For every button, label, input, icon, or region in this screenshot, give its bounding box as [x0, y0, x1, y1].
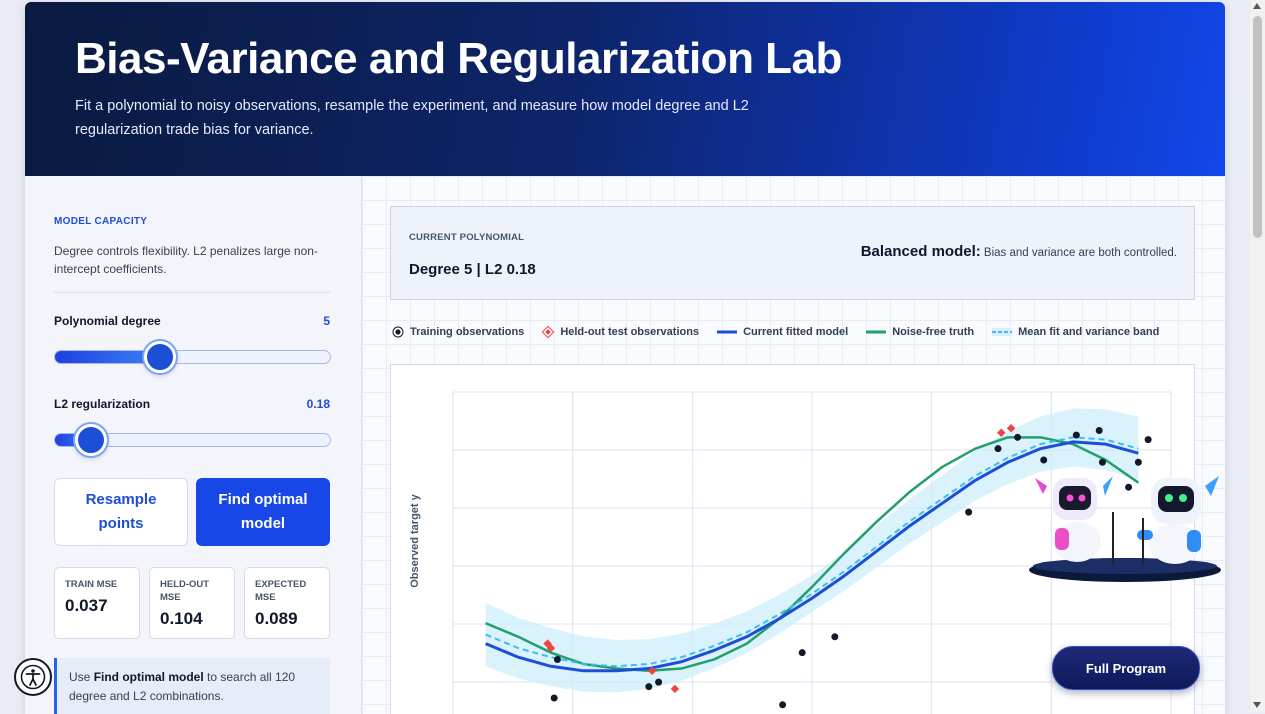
- degree-slider-label: Polynomial degree: [54, 314, 161, 328]
- app-window: Bias-Variance and Regularization Lab Fit…: [25, 2, 1225, 714]
- heldout-mse-card: HELD-OUT MSE 0.104: [149, 567, 235, 639]
- training-point: [1095, 427, 1103, 435]
- legend-item-test[interactable]: Held-out test observations: [542, 326, 699, 338]
- hint-bold: Find optimal model: [93, 670, 204, 684]
- expected-mse-label: EXPECTED MSE: [255, 579, 307, 603]
- resample-button[interactable]: Resample points: [54, 478, 188, 546]
- legend-item-truth[interactable]: Noise-free truth: [866, 326, 974, 338]
- training-point: [645, 683, 653, 691]
- robot-mascots-illustration: [1029, 476, 1221, 582]
- section-title: MODEL CAPACITY: [54, 216, 148, 227]
- training-point: [1072, 431, 1080, 439]
- status-label: CURRENT POLYNOMIAL: [409, 232, 525, 243]
- training-point: [553, 655, 561, 663]
- test-point: [670, 684, 680, 694]
- page-subtitle: Fit a polynomial to noisy observations, …: [75, 98, 749, 138]
- scrollbar-thumb[interactable]: [1253, 16, 1262, 238]
- vertical-scrollbar[interactable]: [1250, 0, 1265, 712]
- legend-label: Held-out test observations: [560, 326, 700, 338]
- verdict-title: Balanced model:: [860, 243, 981, 260]
- status-verdict: Balanced model: Bias and variance are bo…: [861, 243, 1177, 260]
- degree-slider-thumb[interactable]: [143, 341, 176, 373]
- training-point: [831, 633, 839, 641]
- hint-prefix: Use: [69, 670, 94, 684]
- fit-line-icon: [717, 330, 738, 334]
- training-point: [965, 508, 973, 516]
- verdict-text: Bias and variance are both controlled.: [980, 247, 1177, 259]
- full-program-button[interactable]: Full Program: [1052, 646, 1200, 690]
- legend-label: Mean fit and variance band: [1018, 326, 1160, 338]
- scroll-up-icon[interactable]: [1253, 3, 1261, 9]
- section-description: Degree controls flexibility. L2 penalize…: [54, 244, 318, 276]
- mean-dashed-icon: [992, 328, 1013, 336]
- training-point: [798, 649, 806, 657]
- accessibility-button[interactable]: [14, 658, 52, 696]
- heldout-mse-label: HELD-OUT MSE: [160, 579, 210, 603]
- expected-mse-value: 0.089: [255, 609, 298, 628]
- training-point: [1144, 436, 1152, 444]
- training-point: [655, 678, 663, 686]
- l2-slider-value: 0.18: [306, 397, 330, 411]
- truth-line-icon: [866, 330, 887, 334]
- main-panel: CURRENT POLYNOMIAL Degree 5 | L2 0.18 Ba…: [362, 176, 1225, 714]
- page-title: Bias-Variance and Regularization Lab: [75, 34, 842, 83]
- status-card: CURRENT POLYNOMIAL Degree 5 | L2 0.18 Ba…: [390, 206, 1195, 300]
- training-point: [1014, 433, 1022, 441]
- train-mse-label: TRAIN MSE: [65, 579, 118, 590]
- hint-callout: Use Find optimal model to search all 120…: [54, 658, 330, 714]
- expected-mse-card: EXPECTED MSE 0.089: [244, 567, 330, 639]
- chart-legend: Training observations Held-out test obse…: [392, 324, 1177, 340]
- legend-item-training[interactable]: Training observations: [392, 326, 524, 338]
- l2-slider[interactable]: [54, 424, 331, 456]
- status-value: Degree 5 | L2 0.18: [409, 261, 536, 278]
- divider: [54, 292, 330, 293]
- training-point: [994, 445, 1002, 453]
- l2-slider-label: L2 regularization: [54, 397, 151, 411]
- legend-label: Training observations: [410, 326, 525, 338]
- page-header: Bias-Variance and Regularization Lab Fit…: [25, 2, 1225, 176]
- legend-item-fit[interactable]: Current fitted model: [717, 326, 848, 338]
- heldout-mse-value: 0.104: [160, 609, 203, 628]
- train-mse-card: TRAIN MSE 0.037: [54, 567, 140, 639]
- training-dot-icon: [392, 326, 404, 338]
- accessibility-icon: [20, 664, 46, 690]
- test-diamond-icon: [542, 326, 555, 338]
- degree-slider-value: 5: [323, 314, 330, 328]
- degree-slider[interactable]: [54, 341, 331, 373]
- legend-item-mean[interactable]: Mean fit and variance band: [992, 326, 1159, 338]
- controls-sidebar: MODEL CAPACITY Degree controls flexibili…: [25, 176, 362, 714]
- train-mse-value: 0.037: [65, 596, 108, 615]
- l2-slider-thumb[interactable]: [74, 424, 107, 456]
- training-point: [550, 694, 558, 702]
- scroll-down-icon[interactable]: [1253, 702, 1261, 708]
- legend-label: Current fitted model: [743, 326, 849, 338]
- training-point: [779, 701, 787, 709]
- legend-label: Noise-free truth: [892, 326, 975, 338]
- find-optimal-button[interactable]: Find optimal model: [196, 478, 330, 546]
